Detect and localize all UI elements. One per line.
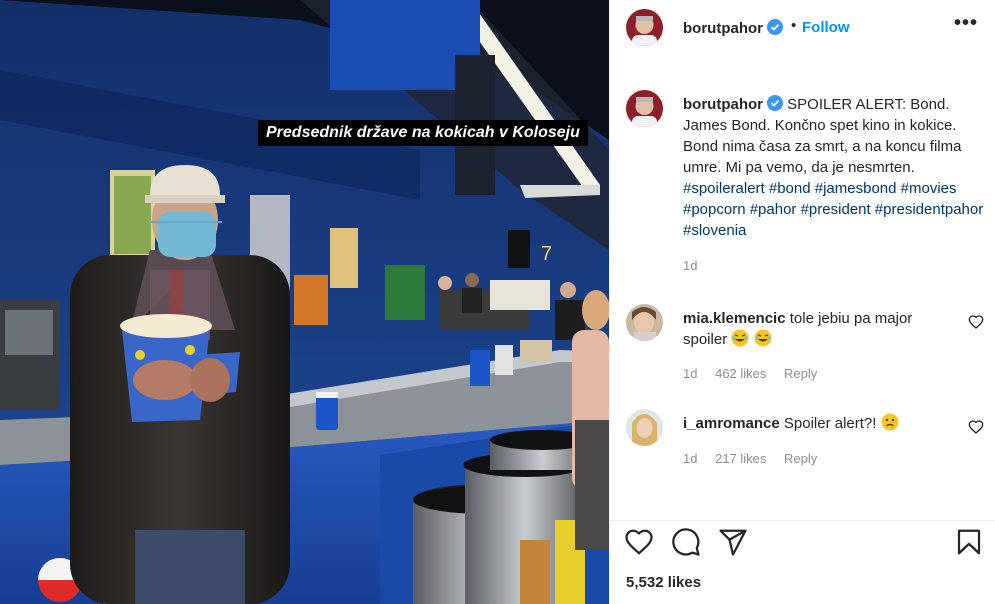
share-icon[interactable]	[718, 527, 748, 557]
commenter-username[interactable]: i_amromance	[683, 415, 780, 432]
comment-text-block: i_amromance Spoiler alert?!	[683, 413, 953, 434]
comment-like-count[interactable]: 462 likes	[715, 366, 766, 381]
commenter-avatar[interactable]	[626, 304, 663, 341]
post-sidebar: borutpahor • Follow ••• borutpahor SPOIL…	[609, 0, 995, 604]
caption-timestamp: 1d	[683, 258, 698, 273]
comment-meta: 1d 462 likes Reply	[683, 366, 831, 381]
commenter-avatar[interactable]	[626, 409, 663, 446]
action-bar	[610, 520, 995, 560]
likes-count[interactable]: 5,532 likes	[626, 574, 701, 591]
bookmark-icon[interactable]	[954, 527, 984, 557]
photo-caption: Predsednik države na kokicah v Koloseju	[258, 120, 588, 146]
avatar-image	[626, 304, 663, 341]
author-avatar[interactable]	[626, 9, 663, 46]
comment-meta: 1d 217 likes Reply	[683, 451, 831, 466]
caption-username[interactable]: borutpahor	[683, 96, 763, 113]
avatar-image	[626, 90, 663, 127]
header-separator: •	[791, 17, 797, 34]
reply-button[interactable]: Reply	[784, 451, 817, 466]
post-photo[interactable]: 7 psi	[0, 0, 609, 604]
cinema-scene-illustration: 7 psi	[0, 0, 609, 604]
post-header: borutpahor • Follow •••	[610, 0, 995, 58]
comment-icon[interactable]	[671, 527, 701, 557]
caption-author-avatar[interactable]	[626, 90, 663, 127]
reply-button[interactable]: Reply	[784, 366, 817, 381]
verified-badge-icon	[767, 19, 783, 35]
more-options-icon[interactable]: •••	[954, 12, 978, 35]
follow-button[interactable]: Follow	[802, 19, 850, 36]
comment-heart-icon[interactable]	[968, 314, 984, 330]
comment-like-count[interactable]: 217 likes	[715, 451, 766, 466]
laughing-crying-emoji-icon	[731, 329, 749, 347]
verified-badge-icon	[767, 95, 783, 111]
comment-timestamp: 1d	[683, 451, 698, 466]
sad-face-emoji-icon	[881, 413, 899, 431]
caption-text-block: borutpahor SPOILER ALERT: Bond. James Bo…	[683, 94, 988, 241]
author-username[interactable]: borutpahor	[683, 19, 783, 37]
laughing-crying-emoji-icon	[754, 329, 772, 347]
heart-icon[interactable]	[624, 527, 654, 557]
avatar-image	[626, 9, 663, 46]
comment-timestamp: 1d	[683, 366, 698, 381]
commenter-username[interactable]: mia.klemencic	[683, 310, 786, 327]
comment-heart-icon[interactable]	[968, 419, 984, 435]
comment-text-block: mia.klemencic tole jebiu pa major spoile…	[683, 308, 953, 350]
caption-hashtags[interactable]: #spoileralert #bond #jamesbond #movies #…	[683, 180, 983, 239]
counter-number: 7	[541, 243, 552, 265]
avatar-image	[626, 409, 663, 446]
comment-text: Spoiler alert?!	[783, 415, 877, 432]
author-username-text[interactable]: borutpahor	[683, 20, 763, 37]
